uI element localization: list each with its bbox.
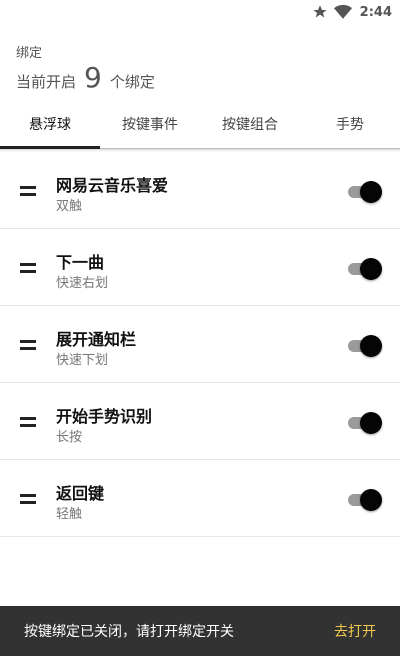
- tab-bar: 悬浮球 按键事件 按键组合 手势: [0, 100, 400, 149]
- list-item[interactable]: 展开通知栏 快速下划: [0, 306, 400, 383]
- binding-title: 网易云音乐喜爱: [56, 176, 169, 195]
- bottom-strip: [0, 656, 400, 661]
- tab-gestures[interactable]: 手势: [300, 100, 400, 148]
- binding-summary: 当前开启 9 个绑定: [16, 64, 155, 92]
- wifi-icon: [333, 4, 352, 20]
- binding-title: 下一曲: [56, 253, 105, 272]
- enable-toggle[interactable]: [348, 181, 382, 203]
- summary-suffix: 个绑定: [109, 73, 155, 91]
- binding-count: 9: [84, 61, 102, 94]
- binding-subtitle: 快速下划: [56, 353, 109, 368]
- list-item[interactable]: 开始手势识别 长按: [0, 383, 400, 460]
- tab-floating-ball[interactable]: 悬浮球: [0, 100, 100, 149]
- enable-toggle[interactable]: [348, 489, 382, 511]
- tab-key-events[interactable]: 按键事件: [100, 100, 200, 148]
- page-subtitle: 绑定: [16, 46, 43, 61]
- list-item[interactable]: 网易云音乐喜爱 双触: [0, 152, 400, 229]
- enable-toggle[interactable]: [348, 335, 382, 357]
- drag-handle-icon[interactable]: [20, 186, 36, 196]
- list-item[interactable]: 下一曲 快速右划: [0, 229, 400, 306]
- binding-subtitle: 双触: [56, 199, 83, 214]
- snackbar-message: 按键绑定已关闭，请打开绑定开关: [24, 624, 234, 640]
- star-icon: [312, 4, 328, 20]
- status-bar: 2:44: [0, 0, 400, 24]
- enable-toggle[interactable]: [348, 412, 382, 434]
- drag-handle-icon[interactable]: [20, 494, 36, 504]
- drag-handle-icon[interactable]: [20, 417, 36, 427]
- status-time: 2:44: [359, 4, 392, 20]
- header: 绑定 当前开启 9 个绑定: [0, 24, 400, 100]
- binding-subtitle: 快速右划: [56, 276, 109, 291]
- snackbar: 按键绑定已关闭，请打开绑定开关 去打开: [0, 606, 400, 656]
- tab-key-combos[interactable]: 按键组合: [200, 100, 300, 148]
- summary-prefix: 当前开启: [16, 73, 77, 91]
- binding-title: 展开通知栏: [56, 330, 137, 349]
- snackbar-open-button[interactable]: 去打开: [334, 621, 376, 641]
- enable-toggle[interactable]: [348, 258, 382, 280]
- binding-title: 开始手势识别: [56, 407, 153, 426]
- binding-subtitle: 轻触: [56, 507, 83, 522]
- drag-handle-icon[interactable]: [20, 340, 36, 350]
- list-item[interactable]: 返回键 轻触: [0, 460, 400, 537]
- binding-list: 网易云音乐喜爱 双触 下一曲 快速右划 展开通知栏 快速下划 开始手势识别 长按…: [0, 152, 400, 537]
- binding-title: 返回键: [56, 484, 105, 503]
- drag-handle-icon[interactable]: [20, 263, 36, 273]
- binding-subtitle: 长按: [56, 430, 83, 445]
